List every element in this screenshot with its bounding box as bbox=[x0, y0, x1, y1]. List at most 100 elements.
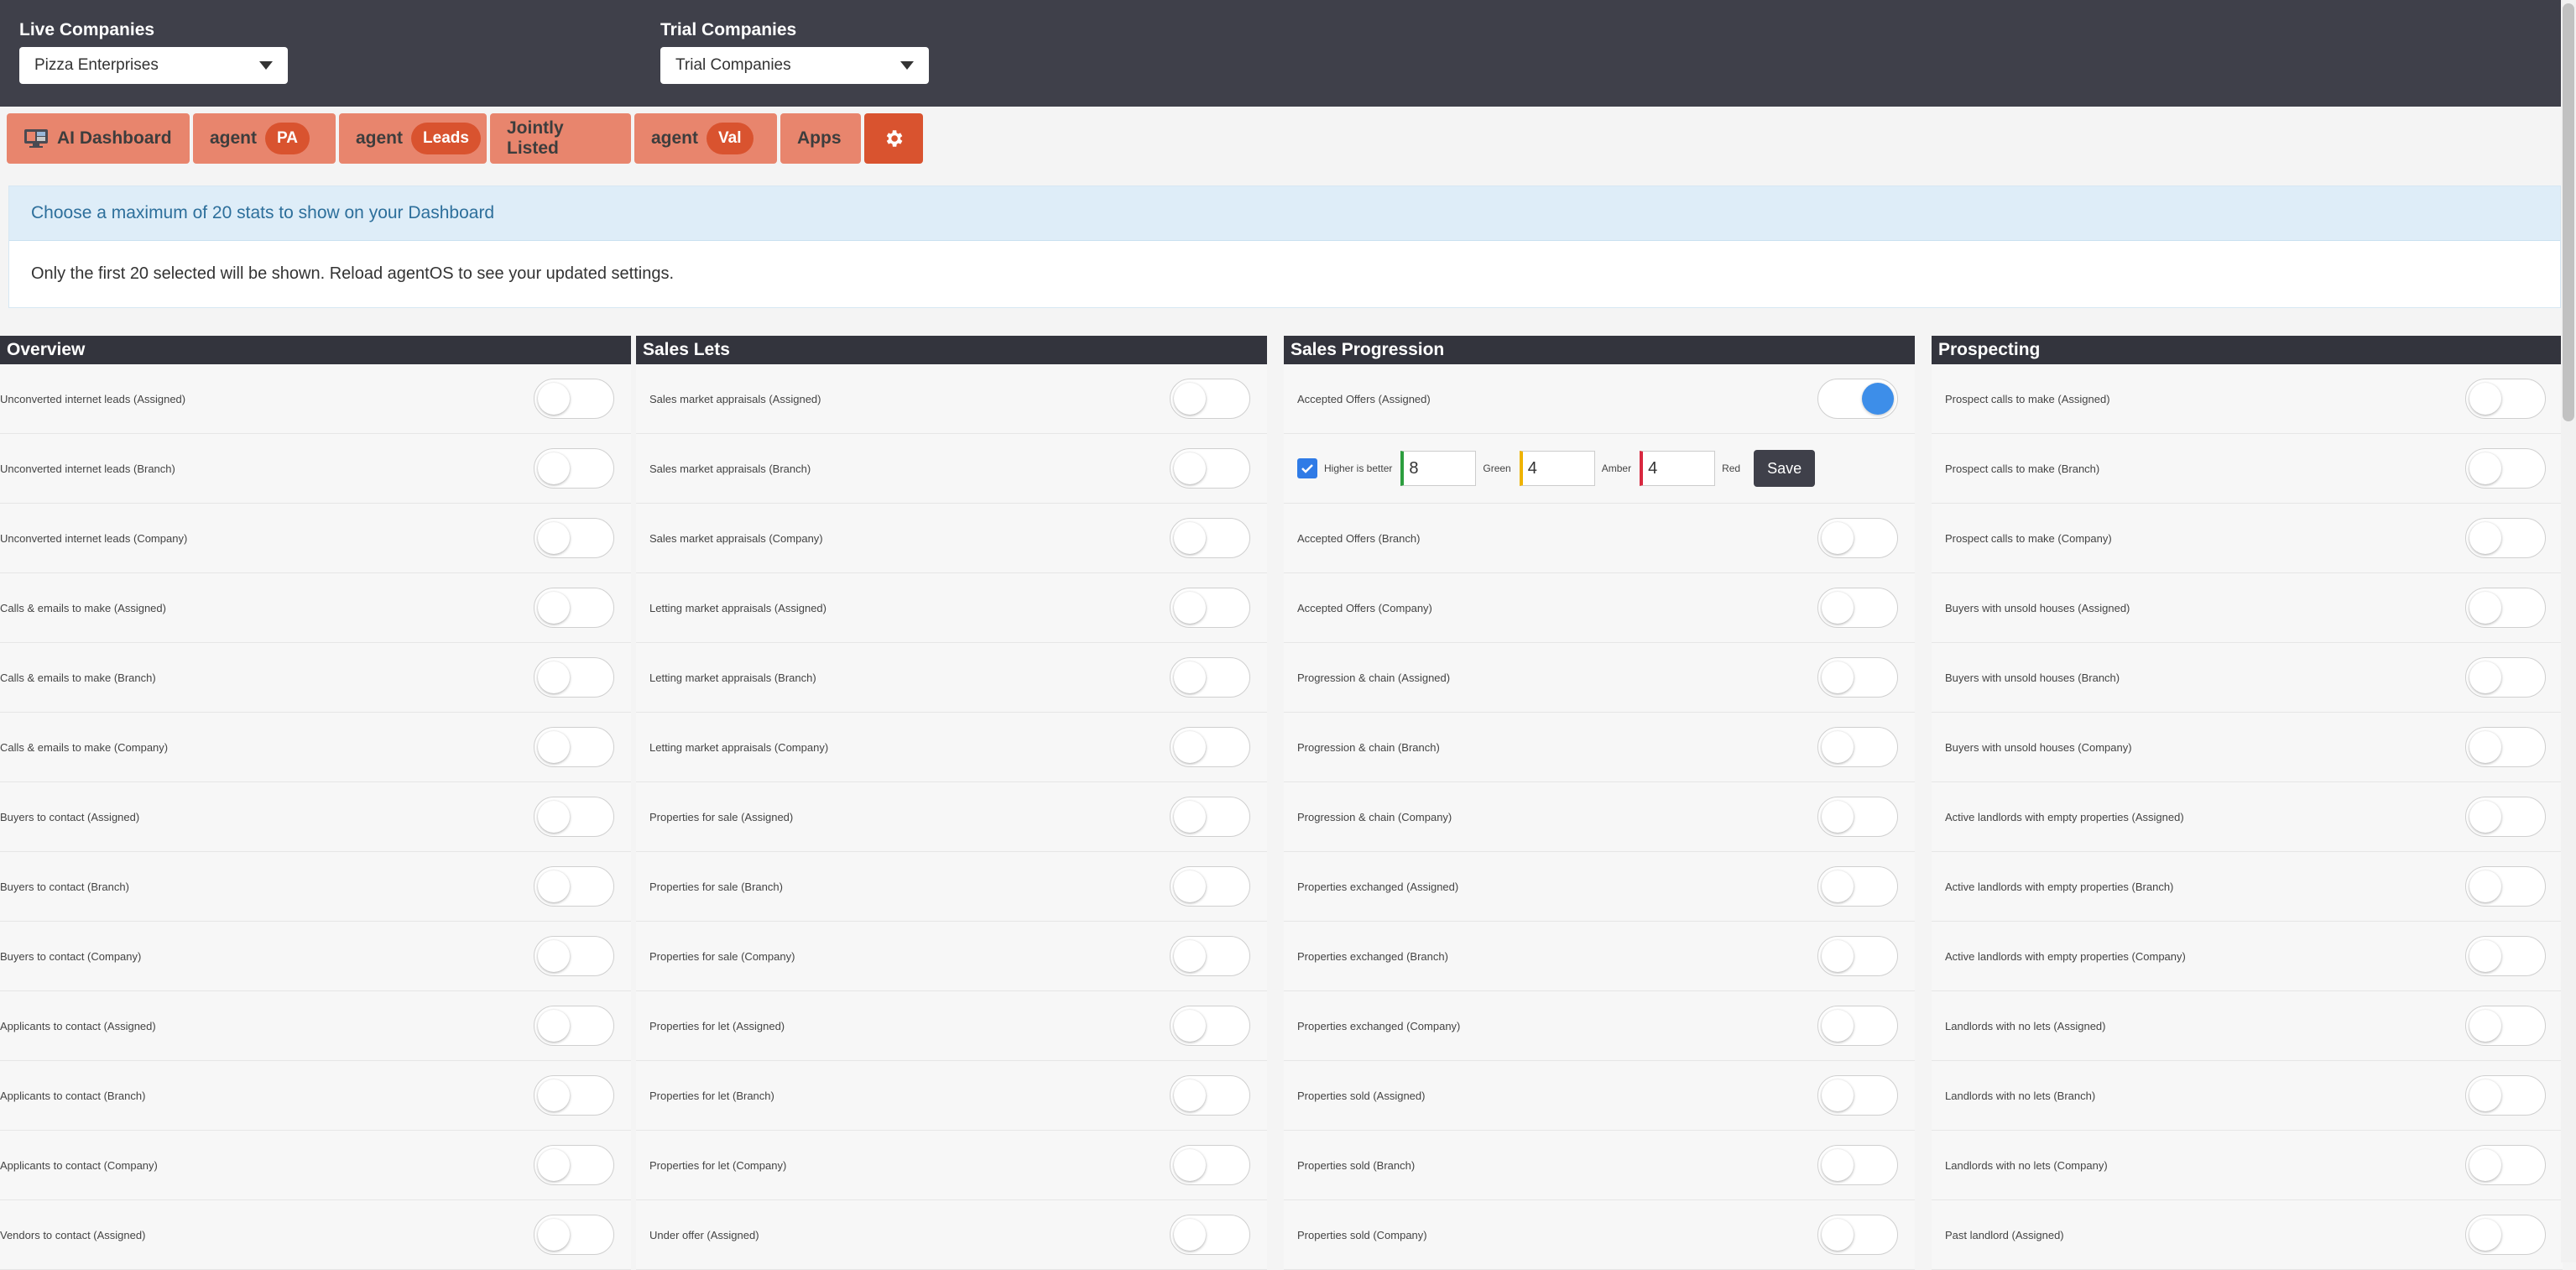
stat-row: Accepted Offers (Assigned) bbox=[1284, 364, 1915, 434]
stat-toggle[interactable] bbox=[1170, 727, 1250, 767]
stat-toggle[interactable] bbox=[1817, 1006, 1898, 1046]
stat-row: Buyers to contact (Branch) bbox=[0, 852, 631, 922]
stat-toggle[interactable] bbox=[1170, 866, 1250, 907]
stat-toggle[interactable] bbox=[534, 448, 614, 489]
stat-row: Landlords with no lets (Assigned) bbox=[1932, 991, 2563, 1061]
higher-is-better-checkbox[interactable] bbox=[1297, 458, 1317, 478]
stat-toggle[interactable] bbox=[1817, 797, 1898, 837]
stat-toggle[interactable] bbox=[1170, 448, 1250, 489]
column-title: Sales Lets bbox=[636, 336, 1267, 364]
tab-label: agent bbox=[651, 128, 699, 148]
stat-toggle[interactable] bbox=[2465, 866, 2546, 907]
stat-toggle[interactable] bbox=[1817, 657, 1898, 698]
green-threshold-input[interactable]: 8 bbox=[1400, 451, 1477, 486]
stat-row: Prospect calls to make (Branch) bbox=[1932, 434, 2563, 504]
stat-toggle[interactable] bbox=[2465, 588, 2546, 628]
save-button[interactable]: Save bbox=[1754, 450, 1816, 487]
stat-toggle[interactable] bbox=[1817, 518, 1898, 558]
stat-toggle[interactable] bbox=[1817, 866, 1898, 907]
stat-toggle[interactable] bbox=[534, 1215, 614, 1255]
stat-label: Properties sold (Branch) bbox=[1297, 1158, 1416, 1172]
check-icon bbox=[1301, 464, 1313, 473]
stat-row: Properties exchanged (Branch) bbox=[1284, 922, 1915, 991]
stat-label: Properties exchanged (Company) bbox=[1297, 1019, 1461, 1032]
tab-bar: AI Dashboard agent PA agent Leads Jointl… bbox=[7, 113, 923, 164]
stat-toggle[interactable] bbox=[1170, 1075, 1250, 1116]
tab-ai-dashboard[interactable]: AI Dashboard bbox=[7, 113, 190, 164]
stat-toggle[interactable] bbox=[1170, 1215, 1250, 1255]
stat-toggle[interactable] bbox=[1170, 588, 1250, 628]
stat-toggle[interactable] bbox=[534, 518, 614, 558]
stat-label: Applicants to contact (Assigned) bbox=[0, 1019, 156, 1032]
tab-jointly-listed[interactable]: Jointly Listed bbox=[490, 113, 631, 164]
stat-toggle[interactable] bbox=[2465, 1145, 2546, 1185]
stat-toggle[interactable] bbox=[2465, 936, 2546, 976]
stat-toggle[interactable] bbox=[1170, 1006, 1250, 1046]
stat-toggle[interactable] bbox=[2465, 518, 2546, 558]
stat-label: Active landlords with empty properties (… bbox=[1945, 949, 2186, 963]
stat-toggle[interactable] bbox=[2465, 797, 2546, 837]
red-threshold-input[interactable]: 4 bbox=[1640, 451, 1716, 486]
stat-toggle[interactable] bbox=[2465, 657, 2546, 698]
stat-label: Applicants to contact (Branch) bbox=[0, 1089, 146, 1102]
stat-toggle[interactable] bbox=[534, 1075, 614, 1116]
stat-label: Buyers to contact (Company) bbox=[0, 949, 142, 963]
stat-toggle[interactable] bbox=[2465, 1215, 2546, 1255]
stat-toggle[interactable] bbox=[534, 797, 614, 837]
scrollbar[interactable] bbox=[2561, 0, 2576, 1262]
stat-toggle[interactable] bbox=[2465, 448, 2546, 489]
stat-label: Applicants to contact (Company) bbox=[0, 1158, 158, 1172]
trial-companies-select[interactable]: Trial Companies bbox=[660, 47, 929, 84]
stat-row: Active landlords with empty properties (… bbox=[1932, 782, 2563, 852]
stat-label: Unconverted internet leads (Branch) bbox=[0, 462, 175, 475]
stat-toggle[interactable] bbox=[2465, 1075, 2546, 1116]
amber-threshold-input[interactable]: 4 bbox=[1519, 451, 1595, 486]
stat-label: Calls & emails to make (Assigned) bbox=[0, 601, 166, 614]
stat-toggle[interactable] bbox=[1817, 1075, 1898, 1116]
stat-toggle[interactable] bbox=[534, 1145, 614, 1185]
stat-toggle[interactable] bbox=[1817, 936, 1898, 976]
stat-row: Progression & chain (Assigned) bbox=[1284, 643, 1915, 713]
stat-toggle[interactable] bbox=[534, 727, 614, 767]
stat-label: Unconverted internet leads (Assigned) bbox=[0, 392, 186, 405]
stat-toggle[interactable] bbox=[1817, 1215, 1898, 1255]
stat-toggle[interactable] bbox=[1170, 379, 1250, 419]
stat-toggle[interactable] bbox=[1817, 727, 1898, 767]
stat-toggle[interactable] bbox=[534, 936, 614, 976]
stat-toggle[interactable] bbox=[1817, 1145, 1898, 1185]
tab-agent-val[interactable]: agent Val bbox=[634, 113, 777, 164]
stat-label: Landlords with no lets (Branch) bbox=[1945, 1089, 2096, 1102]
tab-agent-pa[interactable]: agent PA bbox=[193, 113, 336, 164]
stat-label: Properties for let (Branch) bbox=[649, 1089, 774, 1102]
tab-label: agent bbox=[356, 128, 404, 148]
stat-label: Progression & chain (Assigned) bbox=[1297, 671, 1451, 684]
stat-toggle[interactable] bbox=[1170, 518, 1250, 558]
stat-toggle[interactable] bbox=[1170, 936, 1250, 976]
stat-toggle[interactable] bbox=[534, 1006, 614, 1046]
stat-label: Progression & chain (Branch) bbox=[1297, 740, 1440, 754]
trial-companies-value: Trial Companies bbox=[675, 56, 791, 74]
stat-toggle[interactable] bbox=[1170, 657, 1250, 698]
stat-toggle[interactable] bbox=[1170, 797, 1250, 837]
stat-toggle[interactable] bbox=[534, 657, 614, 698]
stat-toggle[interactable] bbox=[1817, 588, 1898, 628]
stat-toggle[interactable] bbox=[1817, 379, 1898, 419]
stat-toggle[interactable] bbox=[534, 379, 614, 419]
scrollbar-thumb[interactable] bbox=[2563, 3, 2574, 421]
stat-toggle[interactable] bbox=[1170, 1145, 1250, 1185]
stat-toggle[interactable] bbox=[2465, 727, 2546, 767]
live-companies-select[interactable]: Pizza Enterprises bbox=[19, 47, 288, 84]
stat-row: Properties sold (Branch) bbox=[1284, 1131, 1915, 1200]
tab-apps[interactable]: Apps bbox=[780, 113, 861, 164]
stat-toggle[interactable] bbox=[2465, 1006, 2546, 1046]
stat-label: Progression & chain (Company) bbox=[1297, 810, 1452, 823]
stat-toggle[interactable] bbox=[2465, 379, 2546, 419]
live-companies-label: Live Companies bbox=[19, 20, 155, 39]
tab-agent-leads[interactable]: agent Leads bbox=[339, 113, 487, 164]
tab-settings[interactable] bbox=[864, 113, 923, 164]
stat-row: Buyers with unsold houses (Company) bbox=[1932, 713, 2563, 782]
stat-toggle[interactable] bbox=[534, 588, 614, 628]
stat-toggle[interactable] bbox=[534, 866, 614, 907]
stat-row: Buyers with unsold houses (Branch) bbox=[1932, 643, 2563, 713]
stat-row: Buyers to contact (Company) bbox=[0, 922, 631, 991]
